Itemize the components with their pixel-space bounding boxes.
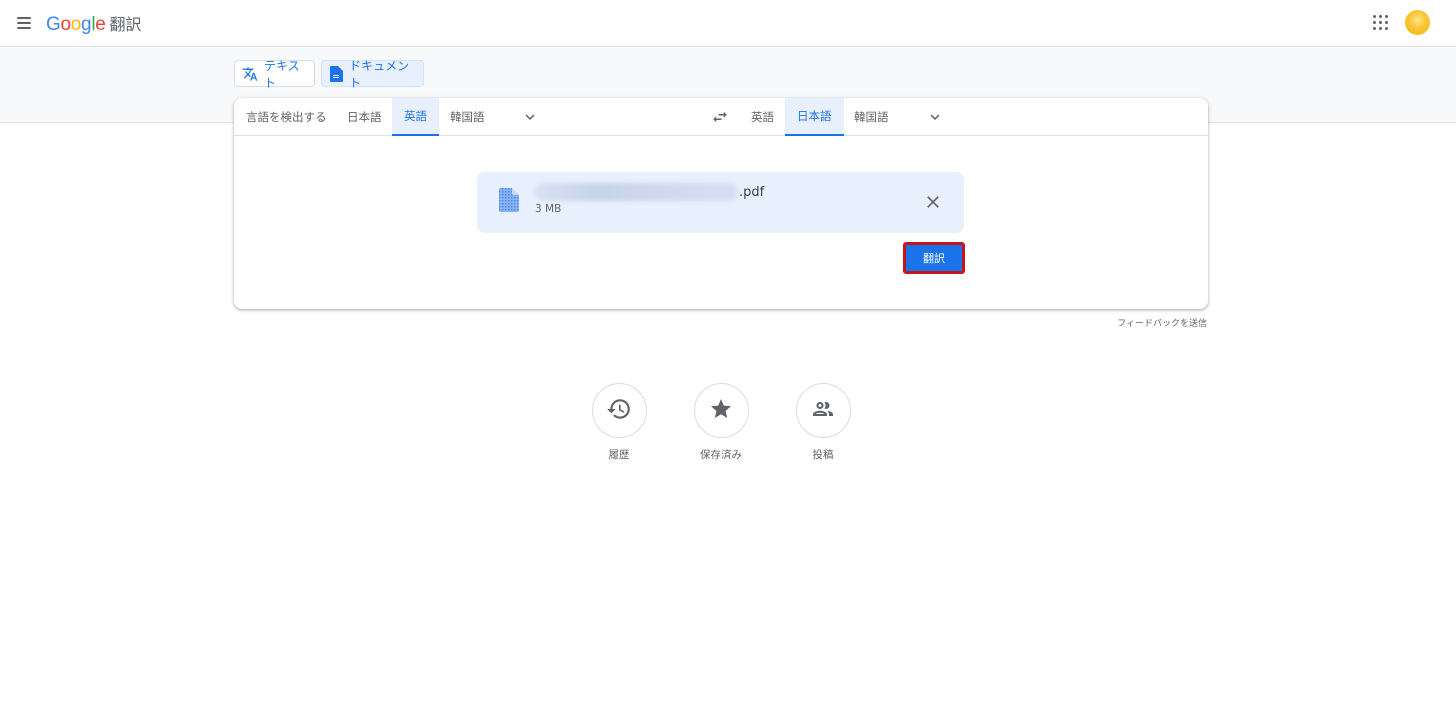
file-name-redacted xyxy=(535,183,738,201)
contribute-button[interactable] xyxy=(795,383,851,438)
saved-button[interactable] xyxy=(693,383,749,438)
document-mode-label: ドキュメント xyxy=(349,58,410,90)
history-icon xyxy=(606,396,632,426)
account-avatar[interactable] xyxy=(1405,10,1430,35)
uploaded-file: .pdf 3 MB xyxy=(477,172,964,233)
target-lang-japanese[interactable]: 日本語 xyxy=(785,98,844,136)
people-icon xyxy=(811,397,835,425)
history-action[interactable]: 履歴 xyxy=(579,383,659,462)
translation-card: 言語を検出する 日本語 英語 韓国語 英語 日本語 韓国語 .pdf 3 MB xyxy=(234,98,1208,309)
star-icon xyxy=(709,397,733,425)
text-mode-button[interactable]: テキスト xyxy=(234,59,315,90)
source-lang-english[interactable]: 英語 xyxy=(392,98,439,136)
swap-languages-icon[interactable] xyxy=(710,108,730,126)
saved-label: 保存済み xyxy=(700,449,742,461)
target-lang-more-chevron-icon[interactable] xyxy=(926,108,944,126)
top-bar: Google 翻訳 xyxy=(0,0,1456,47)
document-icon xyxy=(329,65,344,82)
translate-button[interactable]: 翻訳 xyxy=(903,242,965,274)
language-bar: 言語を検出する 日本語 英語 韓国語 英語 日本語 韓国語 xyxy=(234,98,1208,136)
send-feedback-link[interactable]: フィードバックを送信 xyxy=(1117,316,1207,329)
history-label: 履歴 xyxy=(608,449,630,461)
document-mode-button[interactable]: ドキュメント xyxy=(321,59,424,90)
file-icon xyxy=(499,188,519,212)
source-lang-korean[interactable]: 韓国語 xyxy=(438,98,497,136)
translate-icon xyxy=(242,66,258,82)
source-lang-detect[interactable]: 言語を検出する xyxy=(234,98,339,136)
apps-grid-icon[interactable] xyxy=(1372,14,1390,32)
remove-file-close-icon[interactable] xyxy=(923,192,943,212)
main-menu-icon[interactable] xyxy=(14,12,36,34)
text-mode-label: テキスト xyxy=(264,58,300,90)
source-lang-japanese[interactable]: 日本語 xyxy=(335,98,394,136)
contribute-action[interactable]: 投稿 xyxy=(783,383,863,462)
saved-action[interactable]: 保存済み xyxy=(681,383,761,462)
history-button[interactable] xyxy=(591,383,647,438)
google-logo: Google xyxy=(46,14,106,35)
target-lang-english[interactable]: 英語 xyxy=(739,98,786,136)
target-lang-korean[interactable]: 韓国語 xyxy=(842,98,901,136)
app-logo[interactable]: Google 翻訳 xyxy=(46,11,142,35)
file-extension: .pdf xyxy=(739,185,765,200)
source-lang-more-chevron-icon[interactable] xyxy=(521,108,539,126)
file-size: 3 MB xyxy=(535,203,562,215)
product-name: 翻訳 xyxy=(109,15,142,34)
contribute-label: 投稿 xyxy=(812,449,834,461)
